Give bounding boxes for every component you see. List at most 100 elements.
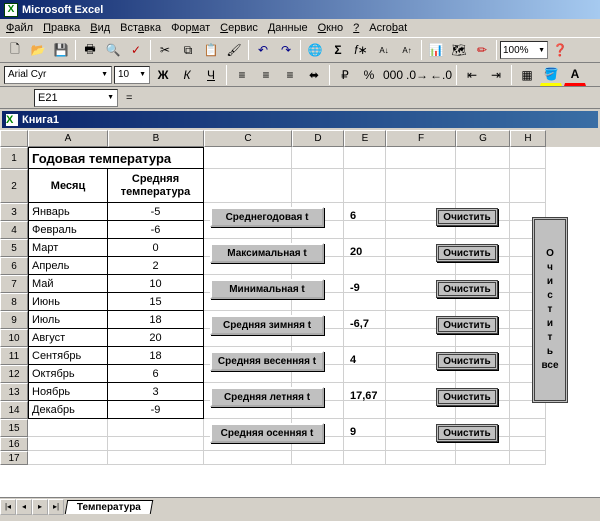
calc-button-0[interactable]: Среднегодовая t [210, 207, 324, 227]
cell-H16[interactable] [510, 437, 546, 451]
cell-A1[interactable]: Годовая температура [28, 147, 204, 169]
dec-decimal-icon[interactable]: ←.0 [430, 64, 452, 86]
col-E[interactable]: E [344, 130, 386, 147]
spell-icon[interactable]: ✓ [125, 39, 147, 61]
sort-desc-icon[interactable]: A↑ [396, 39, 418, 61]
cell-B10[interactable]: 20 [108, 329, 204, 347]
sheet-tab[interactable]: Температура [65, 500, 153, 514]
row-head-2[interactable]: 2 [0, 169, 28, 203]
cell-E10[interactable] [344, 329, 386, 347]
cell-B3[interactable]: -5 [108, 203, 204, 221]
menu-data[interactable]: Данные [268, 22, 308, 34]
cell-E8[interactable] [344, 293, 386, 311]
new-icon[interactable]: 🗋 [4, 39, 26, 61]
copy-icon[interactable]: ⧉ [177, 39, 199, 61]
cell-B11[interactable]: 18 [108, 347, 204, 365]
cell-B17[interactable] [108, 451, 204, 465]
cell-E6[interactable] [344, 257, 386, 275]
row-head-10[interactable]: 10 [0, 329, 28, 347]
cell-H17[interactable] [510, 451, 546, 465]
sort-asc-icon[interactable]: A↓ [373, 39, 395, 61]
col-G[interactable]: G [456, 130, 510, 147]
cell-H15[interactable] [510, 419, 546, 437]
cell-F2[interactable] [386, 169, 456, 203]
row-head-16[interactable]: 16 [0, 437, 28, 451]
cell-A11[interactable]: Сентябрь [28, 347, 108, 365]
cell-B13[interactable]: 3 [108, 383, 204, 401]
cell-C1[interactable] [204, 147, 292, 169]
fontsize-combo[interactable]: 10▼ [114, 66, 150, 84]
comma-icon[interactable]: 000 [382, 64, 404, 86]
cell-E2[interactable] [344, 169, 386, 203]
clear-all-button[interactable]: Очиститьвсе [532, 217, 568, 403]
merge-icon[interactable]: ⬌ [303, 64, 325, 86]
cell-D2[interactable] [292, 169, 344, 203]
cell-E1[interactable] [344, 147, 386, 169]
menu-insert[interactable]: Вставка [120, 22, 161, 34]
row-head-5[interactable]: 5 [0, 239, 28, 257]
menu-edit[interactable]: Правка [43, 22, 80, 34]
print-icon[interactable]: 🖶 [79, 39, 101, 61]
underline-icon[interactable]: Ч [200, 64, 222, 86]
cell-F1[interactable] [386, 147, 456, 169]
clear-button-1[interactable]: Очистить [436, 244, 498, 262]
save-icon[interactable]: 💾 [50, 39, 72, 61]
cell-C2[interactable] [204, 169, 292, 203]
row-head-6[interactable]: 6 [0, 257, 28, 275]
clear-button-0[interactable]: Очистить [436, 208, 498, 226]
cell-B12[interactable]: 6 [108, 365, 204, 383]
font-color-icon[interactable]: A [564, 64, 586, 86]
col-D[interactable]: D [292, 130, 344, 147]
currency-icon[interactable]: ₽ [334, 64, 356, 86]
cell-G17[interactable] [456, 451, 510, 465]
cell-A12[interactable]: Октябрь [28, 365, 108, 383]
select-all-corner[interactable] [0, 130, 28, 147]
col-C[interactable]: C [204, 130, 292, 147]
cell-A14[interactable]: Декабрь [28, 401, 108, 419]
clear-button-6[interactable]: Очистить [436, 424, 498, 442]
cell-H2[interactable] [510, 169, 546, 203]
cell-A8[interactable]: Июнь [28, 293, 108, 311]
equals-button[interactable]: = [126, 92, 132, 104]
tab-next-icon[interactable]: ▸ [32, 499, 48, 515]
clear-button-5[interactable]: Очистить [436, 388, 498, 406]
percent-icon[interactable]: % [358, 64, 380, 86]
name-box[interactable]: E21▼ [34, 89, 118, 107]
tab-last-icon[interactable]: ▸| [48, 499, 64, 515]
format-painter-icon[interactable]: 🖌 [223, 39, 245, 61]
row-head-14[interactable]: 14 [0, 401, 28, 419]
cell-E4[interactable] [344, 221, 386, 239]
cell-B6[interactable]: 2 [108, 257, 204, 275]
drawing-icon[interactable]: ✏ [471, 39, 493, 61]
sum-icon[interactable]: Σ [327, 39, 349, 61]
row-head-1[interactable]: 1 [0, 147, 28, 169]
cell-G1[interactable] [456, 147, 510, 169]
cell-A4[interactable]: Февраль [28, 221, 108, 239]
col-F[interactable]: F [386, 130, 456, 147]
row-head-4[interactable]: 4 [0, 221, 28, 239]
cell-A9[interactable]: Июль [28, 311, 108, 329]
row-head-7[interactable]: 7 [0, 275, 28, 293]
calc-button-4[interactable]: Средняя весенняя t [210, 351, 324, 371]
inc-decimal-icon[interactable]: .0→ [406, 64, 428, 86]
menu-window[interactable]: Окно [318, 22, 344, 34]
borders-icon[interactable]: ▦ [516, 64, 538, 86]
preview-icon[interactable]: 🔍 [102, 39, 124, 61]
cell-A3[interactable]: Январь [28, 203, 108, 221]
help-icon[interactable]: ❓ [549, 39, 571, 61]
cell-A16[interactable] [28, 437, 108, 451]
calc-button-6[interactable]: Средняя осенняя t [210, 423, 324, 443]
inc-indent-icon[interactable]: ⇥ [485, 64, 507, 86]
cell-E17[interactable] [344, 451, 386, 465]
font-combo[interactable]: Arial Cyr▼ [4, 66, 112, 84]
menu-help[interactable]: ? [353, 22, 359, 34]
chart-icon[interactable]: 📊 [425, 39, 447, 61]
hyperlink-icon[interactable]: 🌐 [304, 39, 326, 61]
cell-C17[interactable] [204, 451, 292, 465]
fx-icon[interactable]: f∗ [350, 39, 372, 61]
menu-tools[interactable]: Сервис [220, 22, 258, 34]
cell-H14[interactable] [510, 401, 546, 419]
col-A[interactable]: A [28, 130, 108, 147]
open-icon[interactable]: 📂 [27, 39, 49, 61]
map-icon[interactable]: 🗺 [448, 39, 470, 61]
